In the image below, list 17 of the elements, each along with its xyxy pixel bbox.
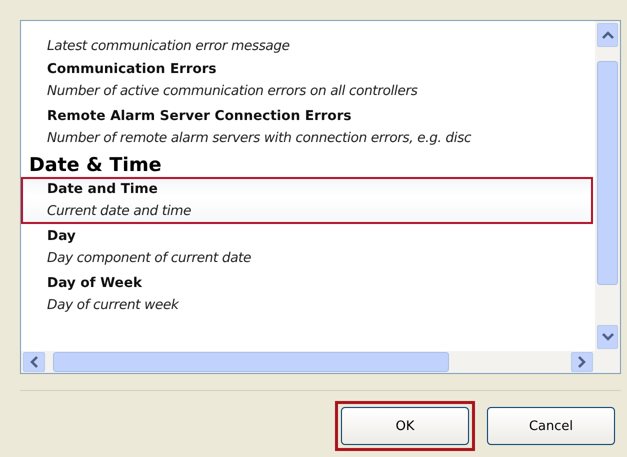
scroll-right-icon[interactable] [571,352,593,372]
scroll-thumb[interactable] [53,352,449,372]
list-item[interactable]: Date and Time Current date and time [21,177,593,224]
group-header: Date & Time [28,153,163,177]
list-item[interactable]: Remote Alarm Server Connection Errors Number of remote alarm servers with connection errors, e.g. disc [21,104,593,151]
list-item[interactable]: Communication Errors Number of active communication errors on all controllers [21,57,593,104]
scroll-up-icon[interactable] [597,23,618,47]
scroll-left-icon[interactable] [23,352,45,372]
list-item[interactable]: Day of Week Day of current week [21,271,593,318]
item-description: Latest communication error message [46,37,291,56]
dialog-button[interactable]: OK [341,407,469,445]
horizontal-scrollbar[interactable] [21,351,620,373]
scroll-down-icon[interactable] [597,325,618,349]
scroll-thumb[interactable] [597,61,618,285]
vertical-scrollbar[interactable] [595,21,620,351]
list-item[interactable]: Day Day component of current date [21,224,593,271]
dialog-button[interactable]: Cancel [487,407,615,445]
